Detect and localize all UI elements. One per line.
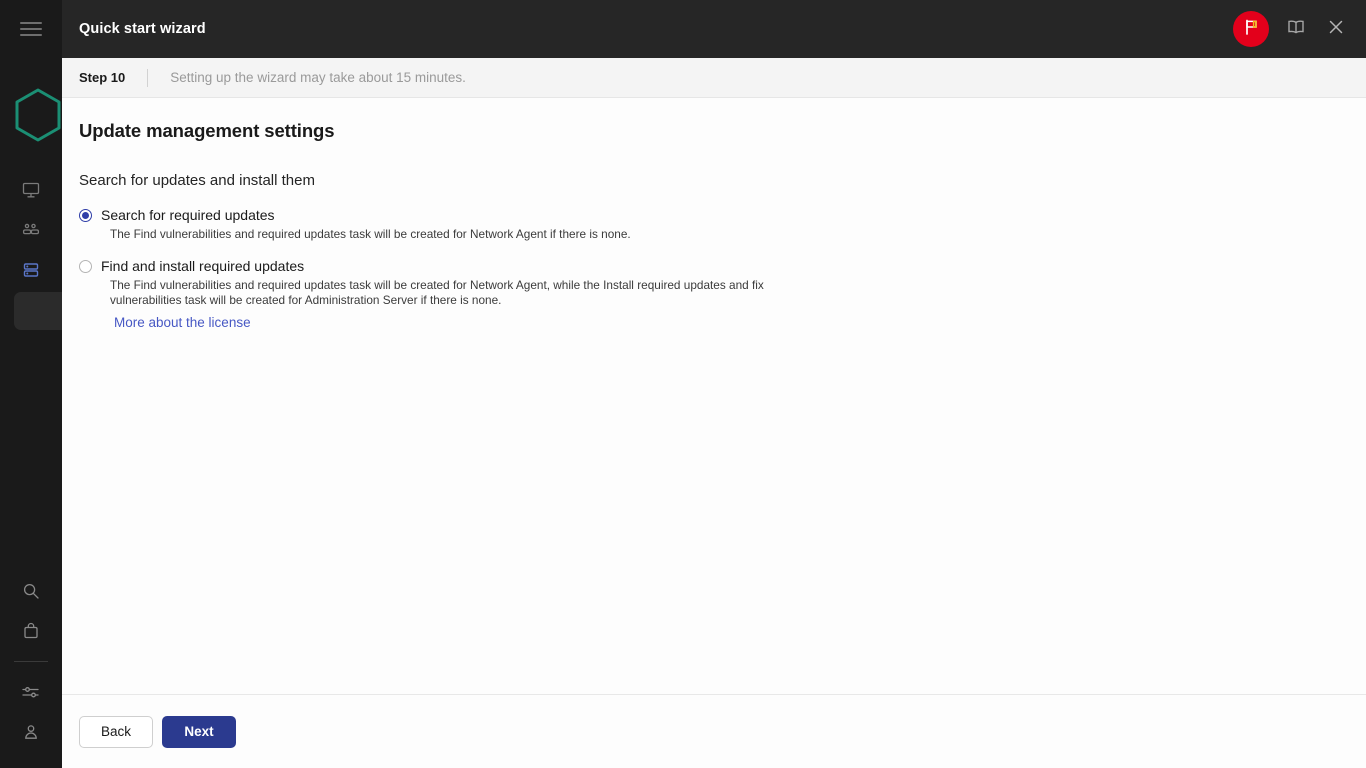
users-icon [21, 220, 41, 240]
section-title: Search for updates and install them [79, 172, 315, 189]
sidebar-item-settings[interactable] [0, 672, 62, 712]
sidebar-bottom-items [0, 571, 62, 752]
hamburger-menu-button[interactable] [0, 0, 62, 58]
window-title: Quick start wizard [79, 21, 206, 37]
radio-label-find-and-install: Find and install required updates [101, 258, 305, 274]
next-button[interactable]: Next [162, 715, 236, 748]
flag-icon [1242, 18, 1260, 41]
close-icon [1327, 18, 1345, 41]
notification-flag-button[interactable] [1233, 11, 1269, 47]
radio-button-find-and-install[interactable] [79, 260, 92, 273]
sidebar-divider [14, 661, 48, 662]
sidebar [0, 0, 62, 768]
sidebar-active-indicator [14, 292, 62, 330]
book-icon [1286, 17, 1306, 42]
radio-row-search-only[interactable]: Search for required updates [79, 206, 1366, 224]
radio-description-find-and-install: The Find vulnerabilities and required up… [110, 278, 764, 307]
hamburger-icon [20, 18, 42, 40]
step-note: Setting up the wizard may take about 15 … [170, 70, 466, 85]
sidebar-item-devices[interactable] [0, 210, 62, 250]
radio-option-search-only: Search for required updates The Find vul… [79, 206, 1366, 242]
sidebar-item-marketplace[interactable] [0, 611, 62, 651]
hexagon-logo [14, 88, 62, 142]
radio-label-search-only: Search for required updates [101, 207, 275, 223]
radio-description-search-only: The Find vulnerabilities and required up… [110, 227, 631, 241]
server-stack-icon [21, 260, 41, 280]
sidebar-item-monitoring[interactable] [0, 170, 62, 210]
update-mode-radio-group: Search for required updates The Find vul… [79, 206, 1366, 332]
wizard-footer: Back Next [62, 694, 1366, 768]
app-root: Quick start wizard Step 10 Setting up th… [0, 0, 1366, 768]
titlebar-actions [1233, 11, 1366, 47]
back-button[interactable]: Back [79, 715, 153, 748]
user-icon [21, 722, 41, 742]
sidebar-item-search[interactable] [0, 571, 62, 611]
radio-button-search-only[interactable] [79, 209, 92, 222]
window-titlebar: Quick start wizard [62, 0, 1366, 58]
search-icon [21, 581, 41, 601]
sidebar-items [0, 170, 62, 290]
step-separator [147, 68, 149, 87]
monitor-icon [21, 180, 41, 200]
bag-icon [21, 621, 41, 641]
radio-option-find-and-install: Find and install required updates The Fi… [79, 257, 1366, 332]
step-bar: Step 10 Setting up the wizard may take a… [62, 58, 1366, 98]
more-about-license-link[interactable]: More about the license [114, 315, 251, 330]
close-window-button[interactable] [1323, 16, 1349, 42]
radio-row-find-and-install[interactable]: Find and install required updates [79, 257, 1366, 275]
help-book-button[interactable] [1283, 16, 1309, 42]
main-content: Update management settings Search for up… [62, 98, 1366, 694]
sidebar-item-servers[interactable] [0, 250, 62, 290]
sidebar-item-account[interactable] [0, 712, 62, 752]
sliders-icon [20, 682, 42, 702]
page-title: Update management settings [79, 120, 335, 141]
step-number-label: Step 10 [79, 70, 126, 85]
